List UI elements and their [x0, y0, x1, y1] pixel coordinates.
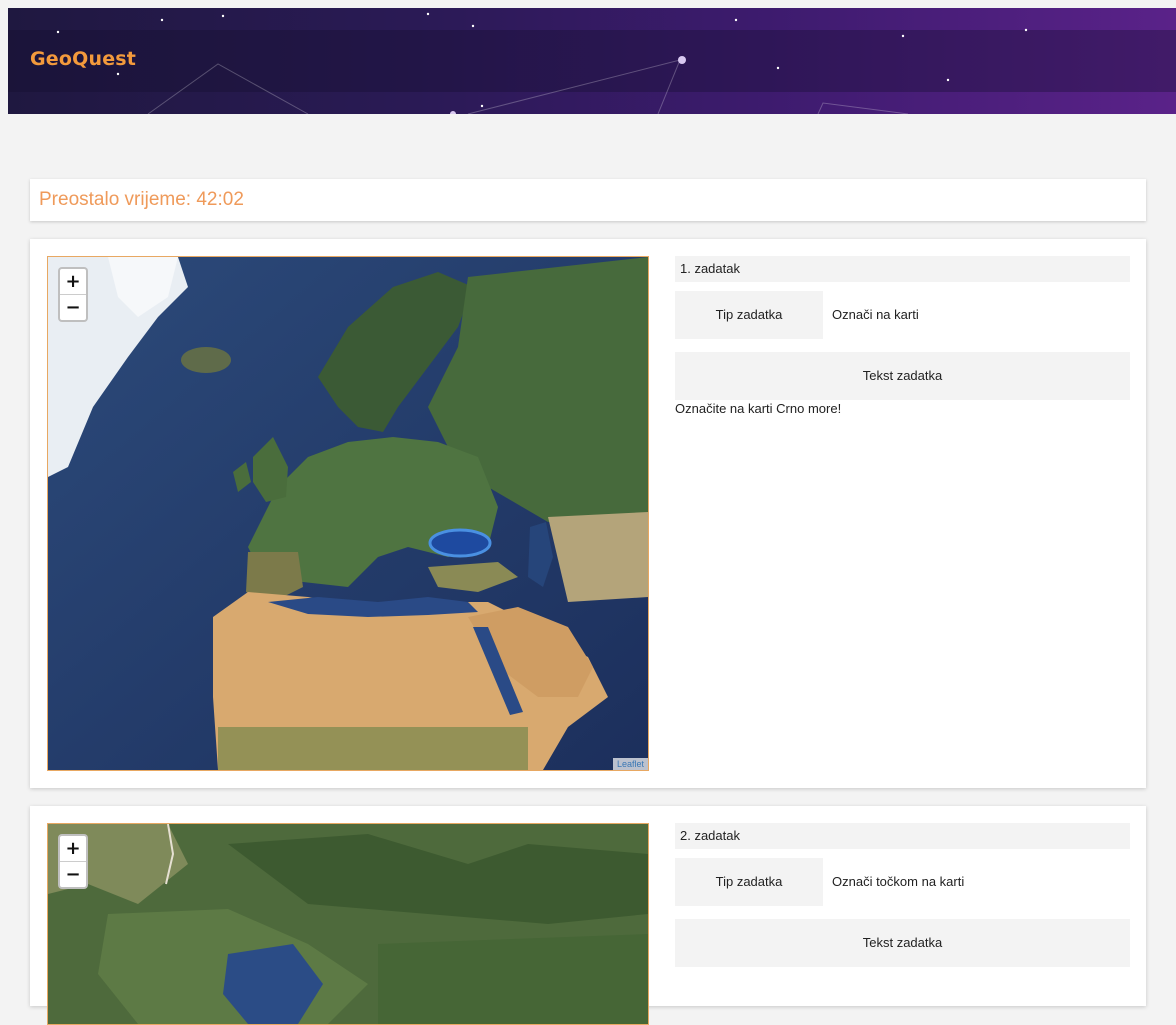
task-1-map[interactable]: + − Leaflet — [47, 256, 649, 771]
task-2-map[interactable]: + − — [47, 823, 649, 1025]
header-constellation-decoration — [8, 12, 1176, 114]
remaining-time-text: Preostalo vrijeme: 42:02 — [39, 189, 244, 210]
task-number-label: 1. zadatak — [675, 256, 1130, 282]
task-card-1: + − Leaflet 1. zadatak Tip zadatka Označ… — [30, 239, 1146, 788]
task-type-label: Tip zadatka — [675, 291, 823, 339]
zoom-out-button[interactable]: − — [60, 294, 86, 320]
satellite-map-europe[interactable] — [48, 257, 648, 770]
timer-card: Preostalo vrijeme: 42:02 — [30, 179, 1146, 221]
site-header: GeoQuest — [8, 8, 1176, 114]
zoom-in-button[interactable]: + — [60, 269, 86, 294]
brand-logo[interactable]: GeoQuest — [30, 48, 136, 70]
task-text-label: Tekst zadatka — [675, 919, 1130, 967]
task-type-value: Označi na karti — [832, 307, 919, 322]
task-type-label: Tip zadatka — [675, 858, 823, 906]
leaflet-attribution-link[interactable]: Leaflet — [612, 758, 648, 770]
task-text-label: Tekst zadatka — [675, 352, 1130, 400]
task-type-value: Označi točkom na karti — [832, 874, 965, 889]
task-text-value: Označite na karti Crno more! — [675, 401, 842, 416]
task-number-label: 2. zadatak — [675, 823, 1130, 849]
zoom-out-button[interactable]: − — [60, 861, 86, 887]
map-1-zoom-control: + − — [58, 267, 88, 322]
satellite-map-region[interactable] — [48, 824, 648, 1024]
task-card-2: + − 2. zadatak Tip zadatka Označi točkom… — [30, 806, 1146, 1025]
map-2-zoom-control: + − — [58, 834, 88, 889]
zoom-in-button[interactable]: + — [60, 836, 86, 861]
